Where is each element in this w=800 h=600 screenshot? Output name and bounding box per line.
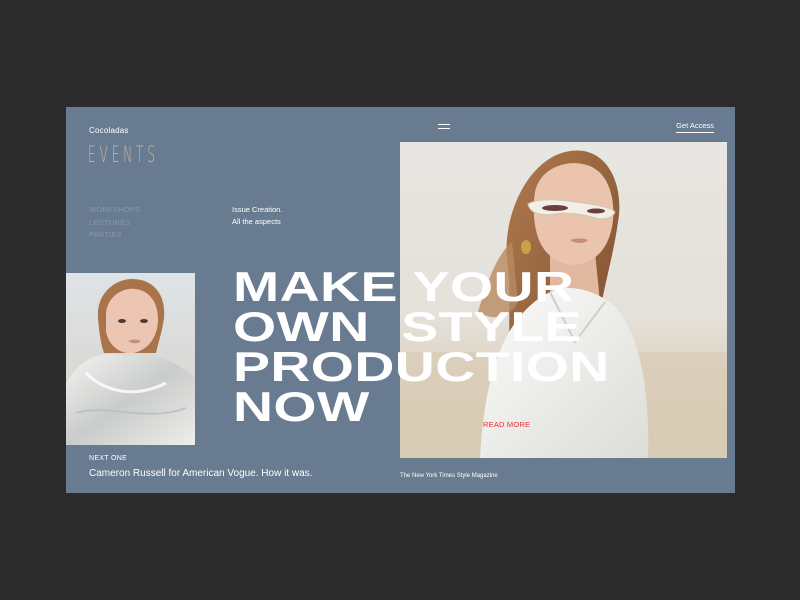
- headline-line-1: MAKE YOUR: [233, 263, 575, 310]
- issue-intro-line-2: All the aspects: [232, 216, 281, 226]
- get-access-link[interactable]: Get Access: [676, 121, 714, 133]
- headline-line-4: NOW: [233, 383, 370, 430]
- brand-logo[interactable]: Cocoladas: [89, 126, 129, 135]
- menu-icon[interactable]: [438, 124, 450, 129]
- hero-headline: MAKE YOUR OWN STYLE PRODUCTION NOW: [233, 263, 610, 430]
- next-story-photo[interactable]: [66, 273, 195, 445]
- nav-item-lectures[interactable]: LECTURES: [89, 217, 140, 230]
- headline-line-3: PRODUCTION: [233, 343, 610, 390]
- issue-intro-line-1: Issue Creation.: [232, 205, 283, 214]
- nav-item-workshops[interactable]: WORKSHOPS: [89, 204, 140, 217]
- section-title: EVENTS: [88, 143, 159, 168]
- photo-caption: The New York Times Style Magazine: [400, 473, 498, 479]
- read-more-link[interactable]: READ MORE: [483, 420, 530, 429]
- category-nav: WORKSHOPS LECTURES PARTIES: [89, 204, 140, 242]
- issue-intro: Issue Creation. All the aspects: [232, 204, 282, 227]
- next-story-label: NEXT ONE: [89, 455, 128, 462]
- nav-item-parties[interactable]: PARTIES: [89, 229, 140, 242]
- headline-line-2: OWN STYLE: [233, 303, 582, 350]
- next-story-title[interactable]: Cameron Russell for American Vogue. How …: [89, 468, 312, 479]
- landing-panel: Cocoladas EVENTS WORKSHOPS LECTURES PART…: [66, 107, 735, 493]
